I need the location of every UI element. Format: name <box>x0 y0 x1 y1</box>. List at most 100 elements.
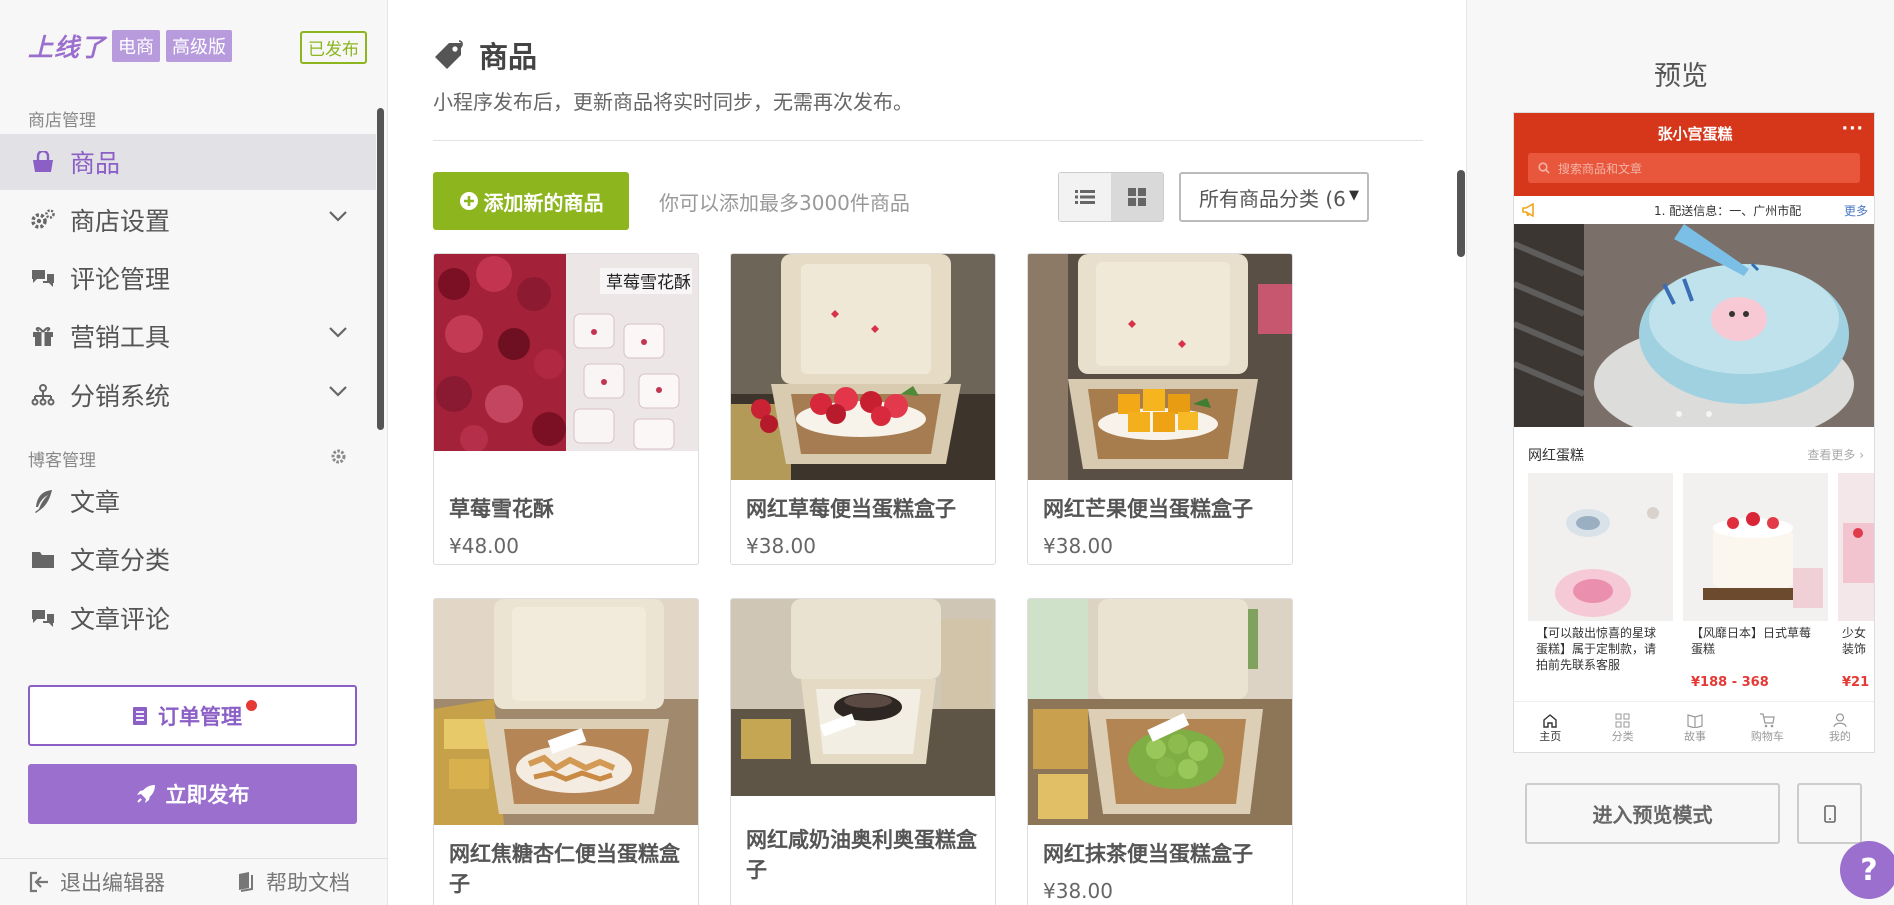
phone-notice-text: 1. 配送信息：一、广州市配 <box>1654 203 1802 218</box>
mobile-icon <box>1823 804 1836 823</box>
product-name: 网红抹茶便当蛋糕盒子 <box>1043 842 1253 866</box>
list-view-button[interactable] <box>1059 173 1111 221</box>
product-image-label: 草莓雪花酥 <box>606 273 691 293</box>
help-button[interactable]: ? <box>1840 841 1894 899</box>
help-docs-label: 帮助文档 <box>266 871 350 895</box>
sidebar-item-article-comments[interactable]: 文章评论 <box>0 590 376 646</box>
divider <box>433 140 1423 141</box>
category-select[interactable]: 所有商品分类 (6 ▼ <box>1179 172 1369 222</box>
product-price: ¥38.00 <box>1043 879 1113 903</box>
sidebar-item-label: 商店设置 <box>70 207 171 236</box>
brand-tag-ecommerce: 电商 <box>112 30 161 62</box>
shopping-bag-icon <box>28 147 58 177</box>
caret-down-icon: ▼ <box>1349 188 1359 203</box>
phone-tab-label: 故事 <box>1684 729 1707 743</box>
sidebar-scrollbar[interactable] <box>377 108 384 430</box>
sidebar-item-label: 分销系统 <box>70 382 171 411</box>
phone-product-card[interactable]: 【风靡日本】日式草莓蛋糕 ¥188 - 368 <box>1683 473 1828 703</box>
brand-tag-plan: 高级版 <box>166 30 233 62</box>
sidebar-item-label: 文章分类 <box>70 546 171 575</box>
phone-tab-category[interactable]: 分类 <box>1586 702 1658 752</box>
sidebar-item-label: 商品 <box>70 149 121 178</box>
cart-icon <box>1760 712 1776 727</box>
gift-icon <box>28 321 58 351</box>
product-card[interactable]: 网红咸奶油奥利奥蛋糕盒子 <box>730 598 996 905</box>
phone-preview[interactable]: 张小宫蛋糕 ··· 搜索商品和文章 1. 配送信息：一、广州市配 更多 网红蛋糕… <box>1513 112 1875 753</box>
enter-preview-mode-button[interactable]: 进入预览模式 <box>1525 783 1780 844</box>
product-price: ¥38.00 <box>1043 534 1113 558</box>
product-card[interactable]: 草莓雪花酥 草莓雪花酥 ¥48.00 <box>433 253 699 565</box>
product-name: 草莓雪花酥 <box>449 497 554 521</box>
product-price: ¥38.00 <box>746 534 816 558</box>
phone-tab-label: 购物车 <box>1750 729 1784 743</box>
sidebar-item-reviews[interactable]: 评论管理 <box>0 250 376 306</box>
exit-editor-label: 退出编辑器 <box>60 871 165 895</box>
tag-icon <box>435 40 463 69</box>
grid-view-button[interactable] <box>1111 173 1163 221</box>
phone-product-price: ¥21 <box>1842 675 1870 690</box>
grid-icon <box>1615 713 1630 727</box>
phone-section-title: 网红蛋糕 <box>1528 448 1584 464</box>
main-content: 商品 小程序发布后，更新商品将实时同步，无需再次发布。 添加新的商品 你可以添加… <box>389 0 1466 905</box>
sidebar: 上线了 电商 高级版 已发布 商店管理 商品 商店设置 评论管理 营销工具 分销… <box>0 0 388 905</box>
page-description: 小程序发布后，更新商品将实时同步，无需再次发布。 <box>433 90 913 114</box>
orders-button[interactable]: 订单管理 <box>28 685 357 746</box>
phone-product-image <box>1838 473 1874 621</box>
phone-header: 张小宫蛋糕 ··· 搜索商品和文章 <box>1514 113 1874 196</box>
published-badge: 已发布 <box>300 31 367 64</box>
chevron-right-icon: › <box>1859 448 1864 462</box>
view-toggle <box>1058 172 1164 222</box>
help-docs-link[interactable]: 帮助文档 <box>236 867 350 897</box>
product-name: 网红草莓便当蛋糕盒子 <box>746 497 956 521</box>
phone-tab-story[interactable]: 故事 <box>1659 702 1731 752</box>
sidebar-item-marketing[interactable]: 营销工具 <box>0 308 376 364</box>
document-icon <box>133 706 147 725</box>
sidebar-item-articles[interactable]: 文章 <box>0 473 376 529</box>
product-name: 网红焦糖杏仁便当蛋糕盒子 <box>449 842 680 896</box>
phone-search-placeholder: 搜索商品和文章 <box>1558 161 1643 176</box>
home-icon <box>1543 713 1557 728</box>
add-product-button[interactable]: 添加新的商品 <box>433 172 629 230</box>
phone-tab-home[interactable]: 主页 <box>1514 702 1586 752</box>
phone-tab-label: 我的 <box>1828 729 1851 743</box>
product-card[interactable]: 网红草莓便当蛋糕盒子 ¥38.00 <box>730 253 996 565</box>
phone-tab-me[interactable]: 我的 <box>1804 702 1874 752</box>
phone-product-name: 少女装饰 <box>1842 626 1867 656</box>
sidebar-item-article-categories[interactable]: 文章分类 <box>0 531 376 587</box>
product-card[interactable]: 网红抹茶便当蛋糕盒子 ¥38.00 <box>1027 598 1293 905</box>
sidebar-item-label: 营销工具 <box>70 323 171 352</box>
main-scrollbar[interactable] <box>1457 170 1465 257</box>
feather-icon <box>28 486 58 516</box>
product-image <box>731 254 995 480</box>
sidebar-item-products[interactable]: 商品 <box>0 134 376 190</box>
book-icon <box>239 872 253 892</box>
sidebar-footer: 退出编辑器 帮助文档 <box>0 858 388 905</box>
sidebar-item-label: 文章评论 <box>70 605 171 634</box>
user-icon <box>1833 712 1847 727</box>
product-card[interactable]: 网红焦糖杏仁便当蛋糕盒子 <box>433 598 699 905</box>
plus-circle-icon <box>459 192 478 210</box>
megaphone-icon <box>1522 203 1534 217</box>
comments-icon <box>28 263 58 293</box>
exit-editor-link[interactable]: 退出编辑器 <box>28 867 165 897</box>
chevron-down-icon <box>329 327 347 338</box>
category-select-value: 所有商品分类 (6 <box>1199 186 1346 211</box>
mobile-preview-button[interactable] <box>1797 783 1862 844</box>
gear-icon[interactable] <box>330 448 347 465</box>
product-card[interactable]: 网红芒果便当蛋糕盒子 ¥38.00 <box>1027 253 1293 565</box>
add-product-label: 添加新的商品 <box>483 190 604 215</box>
sign-out-icon <box>29 871 48 893</box>
product-image <box>434 599 698 825</box>
phone-shop-name: 张小宫蛋糕 <box>1657 125 1733 143</box>
phone-product-image <box>1528 473 1673 621</box>
comments-icon <box>28 603 58 633</box>
editor-app: 上线了 电商 高级版 已发布 商店管理 商品 商店设置 评论管理 营销工具 分销… <box>0 0 1894 905</box>
phone-product-card[interactable]: 少女装饰 ¥21 <box>1838 473 1874 703</box>
phone-product-card[interactable]: 【可以敲出惊喜的星球蛋糕】属于定制款，请拍前先联系客服 <box>1528 473 1673 703</box>
sidebar-item-distribution[interactable]: 分销系统 <box>0 367 376 423</box>
publish-button[interactable]: 立即发布 <box>28 764 357 824</box>
phone-tab-label: 主页 <box>1539 729 1562 743</box>
sidebar-item-store-settings[interactable]: 商店设置 <box>0 192 376 248</box>
phone-see-more[interactable]: 查看更多 › <box>1807 446 1864 463</box>
phone-tab-cart[interactable]: 购物车 <box>1731 702 1803 752</box>
